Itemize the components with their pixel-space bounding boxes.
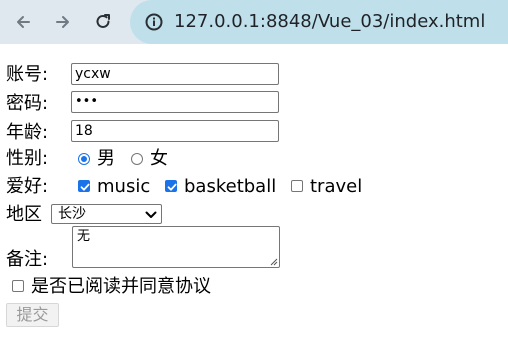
arrow-left-icon bbox=[17, 16, 30, 28]
hobby-basketball-label[interactable]: basketball bbox=[184, 176, 276, 198]
reload-button[interactable] bbox=[88, 7, 118, 37]
age-input[interactable]: 18 bbox=[71, 120, 279, 142]
agreement-label[interactable]: 是否已阅读并同意协议 bbox=[31, 276, 211, 298]
gender-female-label[interactable]: 女 bbox=[150, 148, 168, 170]
arrow-right-icon bbox=[56, 16, 69, 28]
submit-button[interactable]: 提交 bbox=[6, 303, 59, 327]
gender-male-radio[interactable] bbox=[78, 153, 90, 165]
site-info-icon[interactable] bbox=[144, 12, 164, 32]
region-select-value: 长沙 bbox=[58, 206, 86, 222]
checkmark-icon bbox=[167, 183, 177, 191]
address-url[interactable]: 127.0.0.1:8848/Vue_03/index.html bbox=[174, 10, 485, 34]
chevron-down-icon bbox=[145, 211, 157, 218]
password-label: 密码: bbox=[6, 93, 49, 114]
resize-grip-icon[interactable] bbox=[269, 257, 278, 266]
forward-button[interactable] bbox=[48, 7, 78, 37]
region-select[interactable]: 长沙 bbox=[51, 204, 162, 224]
remarks-label: 备注: bbox=[6, 249, 49, 270]
region-label: 地区 bbox=[6, 204, 42, 225]
gender-male-label[interactable]: 男 bbox=[97, 148, 115, 170]
age-label: 年龄: bbox=[6, 122, 49, 143]
registration-form: 账号: ycxw 密码: ••• 年龄: 18 性别: 男 女 爱好: musi… bbox=[0, 44, 508, 350]
hobby-music-label[interactable]: music bbox=[97, 176, 150, 198]
gender-female-radio[interactable] bbox=[131, 153, 143, 165]
remarks-textarea[interactable]: 无 bbox=[72, 226, 280, 268]
back-button[interactable] bbox=[8, 7, 38, 37]
reload-icon bbox=[96, 14, 110, 28]
account-label: 账号: bbox=[6, 64, 49, 85]
password-input[interactable]: ••• bbox=[71, 91, 279, 113]
gender-label: 性别: bbox=[6, 148, 49, 169]
hobby-travel-label[interactable]: travel bbox=[310, 176, 362, 198]
hobby-music-checkbox[interactable] bbox=[78, 180, 90, 192]
account-input[interactable]: ycxw bbox=[71, 63, 279, 85]
agreement-checkbox[interactable] bbox=[12, 280, 24, 292]
hobby-travel-checkbox[interactable] bbox=[291, 180, 303, 192]
hobby-basketball-checkbox[interactable] bbox=[165, 180, 177, 192]
browser-toolbar: 127.0.0.1:8848/Vue_03/index.html bbox=[0, 0, 508, 44]
remarks-value: 无 bbox=[77, 229, 91, 244]
hobby-label: 爱好: bbox=[6, 176, 49, 197]
checkmark-icon bbox=[80, 183, 90, 191]
